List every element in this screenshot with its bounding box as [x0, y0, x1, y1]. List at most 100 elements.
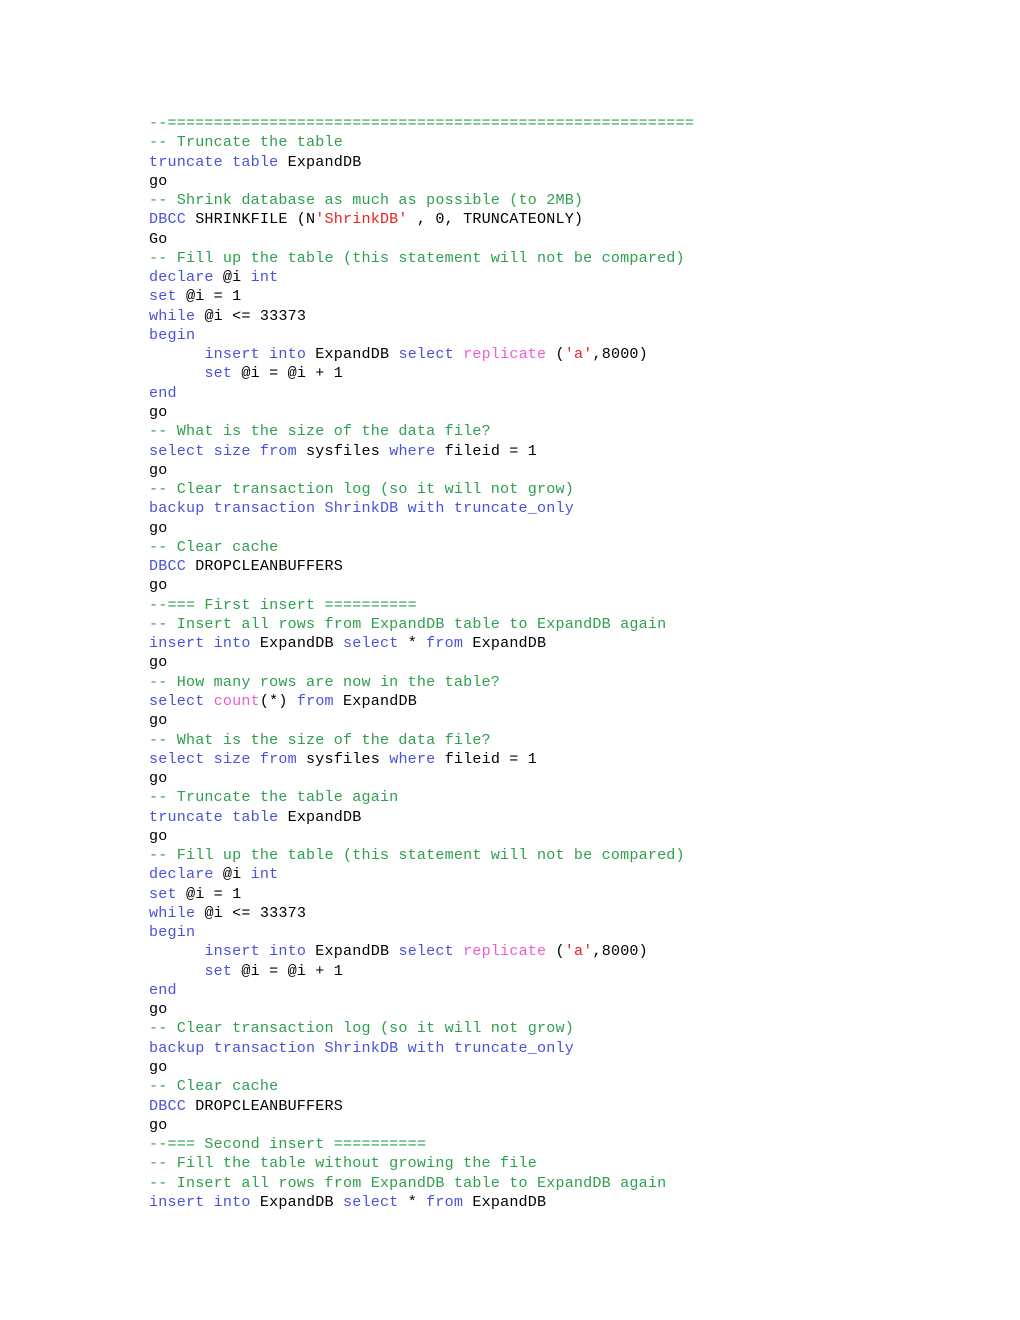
code-line[interactable]: --=== First insert ==========: [149, 596, 989, 615]
code-line[interactable]: declare @i int: [149, 865, 989, 884]
document-page: --======================================…: [0, 0, 1020, 1320]
code-token-kw: begin: [149, 923, 196, 942]
code-line[interactable]: set @i = 1: [149, 287, 989, 306]
code-line[interactable]: set @i = 1: [149, 885, 989, 904]
code-line[interactable]: end: [149, 981, 989, 1000]
code-line[interactable]: backup transaction ShrinkDB with truncat…: [149, 499, 989, 518]
code-token-plain: sysfiles: [296, 441, 390, 460]
code-line[interactable]: set @i = @i + 1: [149, 364, 989, 383]
code-line[interactable]: insert into ExpandDB select replicate ('…: [149, 942, 989, 961]
code-line[interactable]: go: [149, 1000, 989, 1019]
code-line[interactable]: select size from sysfiles where fileid =…: [149, 750, 989, 769]
code-line[interactable]: go: [149, 653, 989, 672]
code-token-string: 'a': [564, 345, 593, 364]
code-line[interactable]: go: [149, 519, 989, 538]
code-line[interactable]: set @i = @i + 1: [149, 962, 989, 981]
code-line[interactable]: begin: [149, 326, 989, 345]
code-line[interactable]: DBCC SHRINKFILE (N'ShrinkDB' , 0, TRUNCA…: [149, 210, 989, 229]
code-line[interactable]: -- What is the size of the data file?: [149, 731, 989, 750]
code-token-plain: go: [149, 402, 168, 421]
code-token-comment: -- Clear cache: [149, 537, 279, 556]
code-line[interactable]: end: [149, 384, 989, 403]
code-line[interactable]: truncate table ExpandDB: [149, 808, 989, 827]
code-line[interactable]: go: [149, 172, 989, 191]
code-token-kw: backup transaction ShrinkDB with truncat…: [149, 1038, 574, 1057]
code-line[interactable]: -- How many rows are now in the table?: [149, 673, 989, 692]
code-token-comment: -- Clear transaction log (so it will not…: [149, 480, 574, 499]
code-line[interactable]: -- Shrink database as much as possible (…: [149, 191, 989, 210]
code-line[interactable]: go: [149, 403, 989, 422]
code-line[interactable]: go: [149, 769, 989, 788]
code-token-plain: @i: [213, 865, 251, 884]
code-token-plain: ExpandDB: [306, 345, 399, 364]
code-line[interactable]: while @i <= 33373: [149, 904, 989, 923]
code-line[interactable]: go: [149, 1116, 989, 1135]
code-token-plain: DROPCLEANBUFFERS: [185, 557, 343, 576]
code-line[interactable]: -- Truncate the table: [149, 133, 989, 152]
code-line[interactable]: backup transaction ShrinkDB with truncat…: [149, 1039, 989, 1058]
code-token-kw: from: [426, 634, 464, 653]
code-line[interactable]: -- Clear cache: [149, 538, 989, 557]
code-token-kw: while: [149, 903, 196, 922]
code-line[interactable]: insert into ExpandDB select replicate ('…: [149, 345, 989, 364]
code-line[interactable]: select size from sysfiles where fileid =…: [149, 442, 989, 461]
code-token-plain: ExpandDB: [463, 1192, 547, 1211]
code-line[interactable]: truncate table ExpandDB: [149, 153, 989, 172]
code-token-kw: select size from: [149, 441, 297, 460]
code-line[interactable]: go: [149, 576, 989, 595]
code-line[interactable]: insert into ExpandDB select * from Expan…: [149, 1193, 989, 1212]
code-line[interactable]: DBCC DROPCLEANBUFFERS: [149, 1097, 989, 1116]
code-token-comment: -- Insert all rows from ExpandDB table t…: [149, 614, 667, 633]
code-line[interactable]: select count(*) from ExpandDB: [149, 692, 989, 711]
code-token-plain: ,8000): [592, 345, 648, 364]
code-token-kw: select: [343, 634, 399, 653]
code-token-plain: fileid = 1: [435, 441, 538, 460]
code-token-plain: Go: [149, 229, 168, 248]
code-token-comment: -- Truncate the table: [149, 133, 343, 152]
code-token-kw: set: [204, 364, 233, 383]
code-line[interactable]: -- What is the size of the data file?: [149, 422, 989, 441]
code-token-func: replicate: [463, 345, 547, 364]
code-token-kw: from: [296, 691, 334, 710]
code-token-kw: insert into: [204, 942, 307, 961]
code-line[interactable]: -- Insert all rows from ExpandDB table t…: [149, 615, 989, 634]
code-line[interactable]: declare @i int: [149, 268, 989, 287]
code-token-plain: (: [546, 345, 565, 364]
code-line[interactable]: -- Fill up the table (this statement wil…: [149, 249, 989, 268]
code-line[interactable]: -- Truncate the table again: [149, 788, 989, 807]
code-line[interactable]: DBCC DROPCLEANBUFFERS: [149, 557, 989, 576]
code-token-kw: from: [426, 1192, 464, 1211]
code-token-kw: truncate table: [149, 152, 288, 171]
code-line[interactable]: -- Fill up the table (this statement wil…: [149, 846, 989, 865]
code-line[interactable]: insert into ExpandDB select * from Expan…: [149, 634, 989, 653]
code-token-comment: --=== First insert ==========: [149, 595, 417, 614]
code-line[interactable]: Go: [149, 230, 989, 249]
code-token-plain: @i <= 33373: [195, 903, 307, 922]
sql-code-block[interactable]: --======================================…: [149, 114, 989, 1212]
code-line[interactable]: -- Fill the table without growing the fi…: [149, 1154, 989, 1173]
code-line[interactable]: while @i <= 33373: [149, 307, 989, 326]
code-line[interactable]: -- Clear transaction log (so it will not…: [149, 480, 989, 499]
code-line[interactable]: begin: [149, 923, 989, 942]
code-token-plain: ExpandDB: [463, 634, 547, 653]
code-line[interactable]: -- Clear transaction log (so it will not…: [149, 1019, 989, 1038]
code-token-plain: *: [398, 1192, 427, 1211]
code-line[interactable]: go: [149, 461, 989, 480]
code-line[interactable]: go: [149, 711, 989, 730]
code-token-plain: go: [149, 576, 168, 595]
code-token-comment: -- Insert all rows from ExpandDB table t…: [149, 1173, 667, 1192]
code-token-kw: begin: [149, 325, 196, 344]
code-token-kw: backup transaction ShrinkDB with truncat…: [149, 499, 574, 518]
code-line[interactable]: go: [149, 827, 989, 846]
code-line[interactable]: --======================================…: [149, 114, 989, 133]
code-token-kw: DBCC: [149, 1096, 186, 1115]
code-line[interactable]: -- Clear cache: [149, 1077, 989, 1096]
code-token-string: 'a': [564, 942, 593, 961]
code-token-plain: go: [149, 1000, 168, 1019]
code-line[interactable]: go: [149, 1058, 989, 1077]
code-token-plain: @i: [213, 268, 251, 287]
code-token-plain: fileid = 1: [435, 749, 538, 768]
code-line[interactable]: -- Insert all rows from ExpandDB table t…: [149, 1174, 989, 1193]
code-token-plain: ExpandDB: [287, 152, 362, 171]
code-line[interactable]: --=== Second insert ==========: [149, 1135, 989, 1154]
